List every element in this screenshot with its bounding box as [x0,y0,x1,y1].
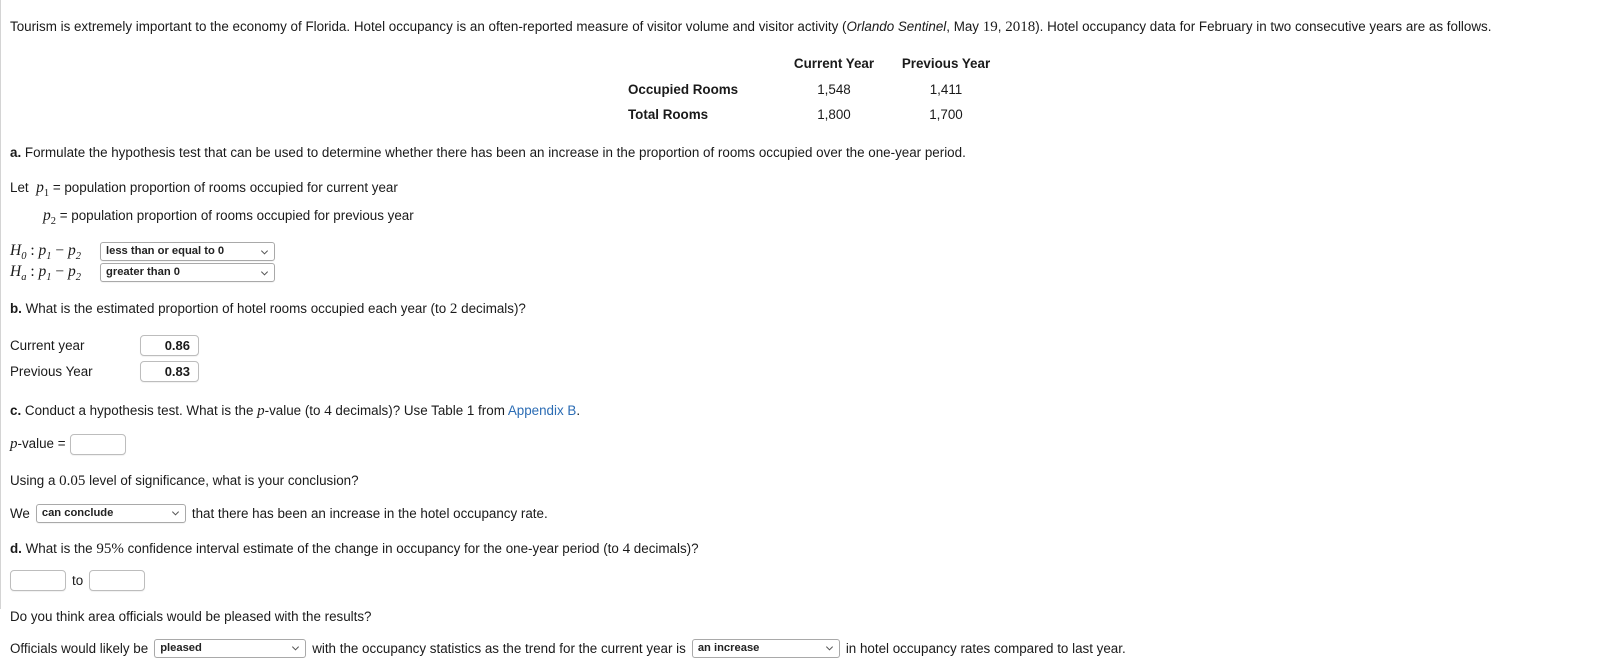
trend-select-wrap[interactable]: an increasea decreaseno change [691,638,840,658]
previous-year-cell [140,359,199,385]
part-c-decimals: 4 [324,402,332,419]
part-d-confidence-level: 95% [96,540,124,557]
part-c-marker: c. [10,402,22,418]
alternative-hypothesis-select[interactable]: greater than 0less than 0not equal to 0e… [100,263,275,283]
we-word: We [10,505,30,521]
part-a-text: Formulate the hypothesis test that can b… [24,144,966,160]
conclusion-select[interactable]: can concludecannot conclude [35,503,186,523]
previous-year-input[interactable] [140,361,199,383]
table-corner-cell [628,53,778,78]
row-label-total-rooms: Total Rooms [628,106,709,122]
part-d-prompt: d. What is the 95% confidence interval e… [10,539,1594,559]
officials-text-mid: with the occupancy statistics as the tre… [312,640,686,656]
confidence-interval-row: to [10,569,1594,591]
part-d-text-mid: confidence interval estimate of the chan… [123,540,623,556]
intro-text-part1: Tourism is extremely important to the ec… [10,19,847,34]
ci-upper-input[interactable] [89,569,146,591]
part-b-text-pre: What is the estimated proportion of hote… [25,300,450,316]
significance-text-pre: Using a [10,472,60,488]
alternative-hypothesis-select-wrap[interactable]: greater than 0less than 0not equal to 0e… [100,263,275,283]
significance-level: 0.05 [59,472,86,489]
conclusion-select-wrap[interactable]: can concludecannot conclude [35,503,186,523]
exercise-content: Tourism is extremely important to the ec… [10,18,1594,658]
cell-occupied-current: 1,548 [817,82,851,98]
column-header-current-year: Current Year [793,56,875,72]
part-b-text-post: decimals)? [457,300,526,316]
intro-date-day: 19 [982,19,998,35]
null-hypothesis-label: H0 : p1 − p2 [10,241,82,262]
part-d-text-pre: What is the [25,540,97,556]
label-current-year: Current year [10,338,85,354]
trend-select[interactable]: an increasea decreaseno change [691,638,840,658]
null-hypothesis-row: H0 : p1 − p2 less than or equal to 0grea… [10,242,1594,262]
part-c-p-symbol: p [257,402,265,419]
intro-source-name: Orlando Sentinel [846,19,947,34]
intro-text-part2: , May [946,19,983,34]
table-row: Total Rooms 1,800 1,700 [628,102,1002,127]
part-d-decimals: 4 [622,540,631,557]
ci-lower-input[interactable] [10,569,66,591]
label-previous-year: Previous Year [10,364,93,380]
part-d-text-post: decimals)? [630,540,699,556]
cell-occupied-previous: 1,411 [929,82,963,98]
part-b-marker: b. [10,300,22,316]
part-c-text-post: decimals)? Use Table 1 from [331,402,508,418]
table-header-row: Current Year Previous Year [628,53,1002,78]
pvalue-label: p-value = [10,436,66,453]
pvalue-label-rest: -value = [17,435,66,451]
pvalue-row: p-value = [10,433,1594,455]
significance-text-post: level of significance, what is your conc… [85,472,359,488]
definition-p2-row: p2 = population proportion of rooms occu… [10,205,1594,233]
table-row: Previous Year [10,359,199,385]
row-label-occupied-rooms: Occupied Rooms [628,82,739,98]
officials-text-post: in hotel occupancy rates compared to las… [845,640,1126,656]
intro-date-year: 2018 [1005,19,1036,35]
part-b-prompt: b. What is the estimated proportion of h… [10,299,1594,319]
current-year-input[interactable] [140,335,199,357]
definition-p1-row: Let p1 = population proportion of rooms … [10,177,1594,205]
table-row: Current year [10,333,199,359]
variable-definitions: Let p1 = population proportion of rooms … [10,177,1594,233]
part-c-text-pre: Conduct a hypothesis test. What is the [24,402,258,418]
part-c-prompt: c. Conduct a hypothesis test. What is th… [10,401,1594,421]
appendix-b-link[interactable]: Appendix B [508,403,577,418]
officials-row: Officials would likely be pleaseddisplea… [10,638,1594,658]
definition-p2-text: = population proportion of rooms occupie… [59,207,414,223]
math-p2: p2 [43,206,56,227]
null-hypothesis-select[interactable]: less than or equal to 0greater than or e… [100,242,275,262]
let-word: Let [10,179,29,195]
hypothesis-block: H0 : p1 − p2 less than or equal to 0grea… [10,242,1594,283]
cell-total-current: 1,800 [817,106,851,122]
occupancy-data-table: Current Year Previous Year Occupied Room… [628,53,1002,127]
part-a-marker: a. [10,144,22,160]
part-d-marker: d. [10,540,22,556]
part-a-prompt: a. Formulate the hypothesis test that ca… [10,143,1594,162]
part-c-text-end: . [576,402,581,418]
significance-question: Using a 0.05 level of significance, what… [10,471,1594,491]
pleased-select[interactable]: pleaseddispleased [154,638,307,658]
column-header-previous-year: Previous Year [901,56,991,72]
intro-paragraph: Tourism is extremely important to the ec… [10,18,1594,36]
cell-total-previous: 1,700 [929,106,963,122]
part-c-text-mid: -value (to [264,402,325,418]
conclusion-row: We can concludecannot conclude that ther… [10,503,1594,523]
pleased-question: Do you think area officials would be ple… [10,608,372,624]
definition-p1-text: = population proportion of rooms occupie… [52,179,398,195]
table-row: Occupied Rooms 1,548 1,411 [628,78,1002,103]
pleased-select-wrap[interactable]: pleaseddispleased [154,638,307,658]
pvalue-input[interactable] [69,433,126,455]
conclusion-tail-text: that there has been an increase in the h… [191,505,548,521]
ci-to-word: to [72,572,84,588]
alternative-hypothesis-row: Ha : p1 − p2 greater than 0less than 0no… [10,263,1594,283]
officials-text-pre: Officials would likely be [10,640,149,656]
null-hypothesis-select-wrap[interactable]: less than or equal to 0greater than or e… [100,242,275,262]
alternative-hypothesis-label: Ha : p1 − p2 [10,262,82,283]
proportion-answer-table: Current year Previous Year [10,333,199,385]
pvalue-p-symbol: p [10,435,18,452]
intro-text-part3: ). Hotel occupancy data for February in … [1035,19,1492,34]
math-p1: p1 [36,178,50,199]
current-year-cell [140,333,199,359]
